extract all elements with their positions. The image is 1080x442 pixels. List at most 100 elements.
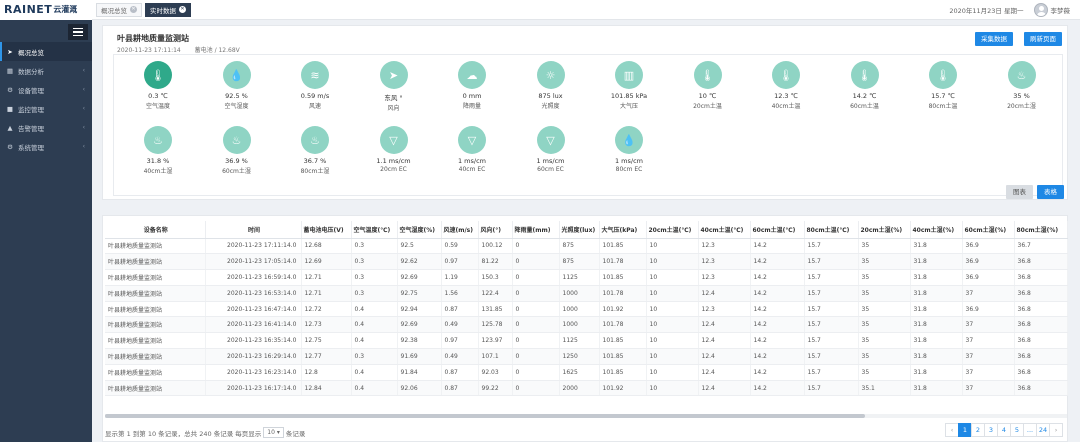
table-cell: 101.85 xyxy=(599,348,647,365)
page-button[interactable]: 5 xyxy=(1010,423,1024,437)
avatar[interactable] xyxy=(1033,2,1048,17)
table-cell: 2000 xyxy=(559,380,600,397)
table-cell: 15.7 xyxy=(804,332,859,350)
data-table-panel: 设备名称 时间 蓄电池电压(V) 空气温度(℃) 空气湿度(%) 风速(m/s) 风向(°)… xyxy=(102,215,1068,442)
table-row[interactable]: 叶县耕地质量监测站 2020-11-23 16:29:14.0 12.77 0.3 91… xyxy=(105,348,1068,365)
soil-moisture-icon: ♨ xyxy=(1007,61,1036,89)
table-cell: 1000 xyxy=(559,316,600,334)
column-header[interactable]: 40cm土温(℃) xyxy=(698,221,751,239)
sidebar-item-overview[interactable]: ➤ 概况总览 xyxy=(0,42,92,61)
sidebar-item-data-analysis[interactable]: ▦ 数据分析 ‹ xyxy=(0,61,92,80)
column-header[interactable]: 空气温度(℃) xyxy=(351,221,398,239)
sensor-tile: 🌡 10 ℃ 20cm土温 xyxy=(669,61,747,110)
bar-gauge-icon: ▥ xyxy=(615,61,643,89)
column-header[interactable]: 风速(m/s) xyxy=(441,221,479,239)
page-button[interactable]: 2 xyxy=(971,423,985,437)
page-button[interactable]: ... xyxy=(1023,423,1037,437)
table-cell: 15.7 xyxy=(804,285,859,302)
table-row[interactable]: 叶县耕地质量监测站 2020-11-23 16:53:14.0 12.71 0.3 92… xyxy=(105,285,1068,302)
table-cell: 0.97 xyxy=(441,253,479,271)
table-row[interactable]: 叶县耕地质量监测站 2020-11-23 16:17:14.0 12.84 0.4 92… xyxy=(105,380,1068,397)
table-cell: 101.78 xyxy=(599,253,647,271)
tab-realtime[interactable]: 实时数据 ✕ xyxy=(145,2,191,17)
column-header[interactable]: 20cm土湿(%) xyxy=(858,221,911,239)
sensor-tile: ☼ 875 lux 光照度 xyxy=(512,61,590,110)
close-icon[interactable]: ✕ xyxy=(130,6,137,13)
sensor-name: 40cm土温 xyxy=(771,103,801,110)
table-row[interactable]: 叶县耕地质量监测站 2020-11-23 16:41:14.0 12.73 0.4 92… xyxy=(105,316,1068,334)
column-header[interactable]: 风向(°) xyxy=(478,221,513,239)
column-header[interactable]: 60cm土温(℃) xyxy=(750,221,805,239)
column-header[interactable]: 设备名称 xyxy=(105,221,206,239)
table-cell: 10 xyxy=(646,348,699,365)
column-header[interactable]: 空气湿度(%) xyxy=(397,221,442,239)
table-cell: 0 xyxy=(512,332,560,350)
column-header[interactable]: 降雨量(mm) xyxy=(512,221,560,239)
page-button[interactable]: 4 xyxy=(997,423,1011,437)
close-icon[interactable]: ✕ xyxy=(179,6,186,13)
sensor-value: 36.7 % xyxy=(303,157,327,165)
table-cell: 12.77 xyxy=(301,348,352,365)
ec-icon: 💧 xyxy=(615,126,643,154)
table-cell: 123.97 xyxy=(478,332,513,350)
sidebar-item-system-management[interactable]: ⚙ 系统管理 ‹ xyxy=(0,137,92,156)
page-button[interactable]: 1 xyxy=(958,423,972,437)
table-cell: 15.7 xyxy=(804,238,859,255)
gear-icon: ⚙ xyxy=(7,85,13,94)
tab-bar: 概况总览 ✕ 实时数据 ✕ xyxy=(96,0,194,20)
table-cell: 12.73 xyxy=(301,316,352,334)
station-title: 叶县耕地质量监测站 xyxy=(117,34,189,43)
scrollbar-thumb[interactable] xyxy=(105,414,865,418)
table-cell: 101.85 xyxy=(599,238,647,255)
page-size-select[interactable]: 10 ▾ xyxy=(263,427,284,438)
table-row[interactable]: 叶县耕地质量监测站 2020-11-23 16:35:14.0 12.75 0.4 92… xyxy=(105,332,1068,350)
column-header[interactable]: 大气压(kPa) xyxy=(599,221,647,239)
header-right: 2020年11月23日 星期一 李梦薇 xyxy=(949,2,1080,17)
sensor-tile: ▽ 1 ms/cm 40cm EC xyxy=(433,126,511,173)
tab-overview[interactable]: 概况总览 ✕ xyxy=(96,2,142,17)
sensor-tile: 🌡 0.3 ℃ 空气温度 xyxy=(119,61,197,110)
table-cell: 35 xyxy=(858,301,911,318)
table-row[interactable]: 叶县耕地质量监测站 2020-11-23 16:23:14.0 12.8 0.4 91.… xyxy=(105,364,1068,381)
table-cell: 37 xyxy=(962,364,1015,381)
column-header[interactable]: 20cm土温(℃) xyxy=(646,221,699,239)
table-row[interactable]: 叶县耕地质量监测站 2020-11-23 17:11:14.0 12.68 0.3 92… xyxy=(105,238,1068,255)
prev-page-button[interactable]: ‹ xyxy=(945,423,959,437)
cogs-icon: ⚙ xyxy=(7,142,13,151)
table-cell: 91.69 xyxy=(397,348,442,365)
table-row[interactable]: 叶县耕地质量监测站 2020-11-23 16:59:14.0 12.71 0.3 92… xyxy=(105,269,1068,286)
sidebar-item-monitor-management[interactable]: ■ 监控管理 ‹ xyxy=(0,99,92,118)
table-view-button[interactable]: 表格 xyxy=(1037,185,1064,199)
horizontal-scrollbar[interactable] xyxy=(105,414,1067,418)
page-button[interactable]: 3 xyxy=(984,423,998,437)
user-menu[interactable]: 李梦薇 xyxy=(1051,5,1071,15)
collect-data-button[interactable]: 采集数据 xyxy=(975,32,1013,46)
column-header[interactable]: 时间 xyxy=(205,221,302,239)
thermometer-icon: 🌡 xyxy=(144,61,172,89)
refresh-page-button[interactable]: 刷新页面 xyxy=(1024,32,1062,46)
table-cell: 36.8 xyxy=(1014,301,1068,318)
sidebar-item-device-management[interactable]: ⚙ 设备管理 ‹ xyxy=(0,80,92,99)
table-cell: 35 xyxy=(858,364,911,381)
column-header[interactable]: 光照度(lux) xyxy=(559,221,600,239)
soil-moisture-icon: ♨ xyxy=(222,126,251,154)
column-header[interactable]: 蓄电池电压(V) xyxy=(301,221,352,239)
station-meta: 2020-11-23 17:11:14 蓄电池 / 12.68V xyxy=(117,45,252,54)
soil-temp-icon: 🌡 xyxy=(693,61,722,89)
column-header[interactable]: 80cm土湿(%) xyxy=(1014,221,1068,239)
table-row[interactable]: 叶县耕地质量监测站 2020-11-23 17:05:14.0 12.69 0.3 92… xyxy=(105,253,1068,271)
sensor-tile: ➤ 东风 ° 风向 xyxy=(355,61,433,112)
table-row[interactable]: 叶县耕地质量监测站 2020-11-23 16:47:14.0 12.72 0.4 92… xyxy=(105,301,1068,318)
chart-view-button[interactable]: 图表 xyxy=(1006,185,1033,199)
sidebar-item-alarm-management[interactable]: ▲ 告警管理 ‹ xyxy=(0,118,92,137)
menu-toggle-button[interactable] xyxy=(68,24,88,40)
next-page-button[interactable]: › xyxy=(1049,423,1063,437)
table-cell: 14.2 xyxy=(750,316,805,334)
table-cell: 12.71 xyxy=(301,269,352,286)
table-cell: 2020-11-23 17:05:14.0 xyxy=(205,253,302,271)
column-header[interactable]: 40cm土湿(%) xyxy=(910,221,963,239)
page-button[interactable]: 24 xyxy=(1036,423,1050,437)
table-cell: 875 xyxy=(559,238,600,255)
column-header[interactable]: 60cm土湿(%) xyxy=(962,221,1015,239)
column-header[interactable]: 80cm土温(℃) xyxy=(804,221,859,239)
